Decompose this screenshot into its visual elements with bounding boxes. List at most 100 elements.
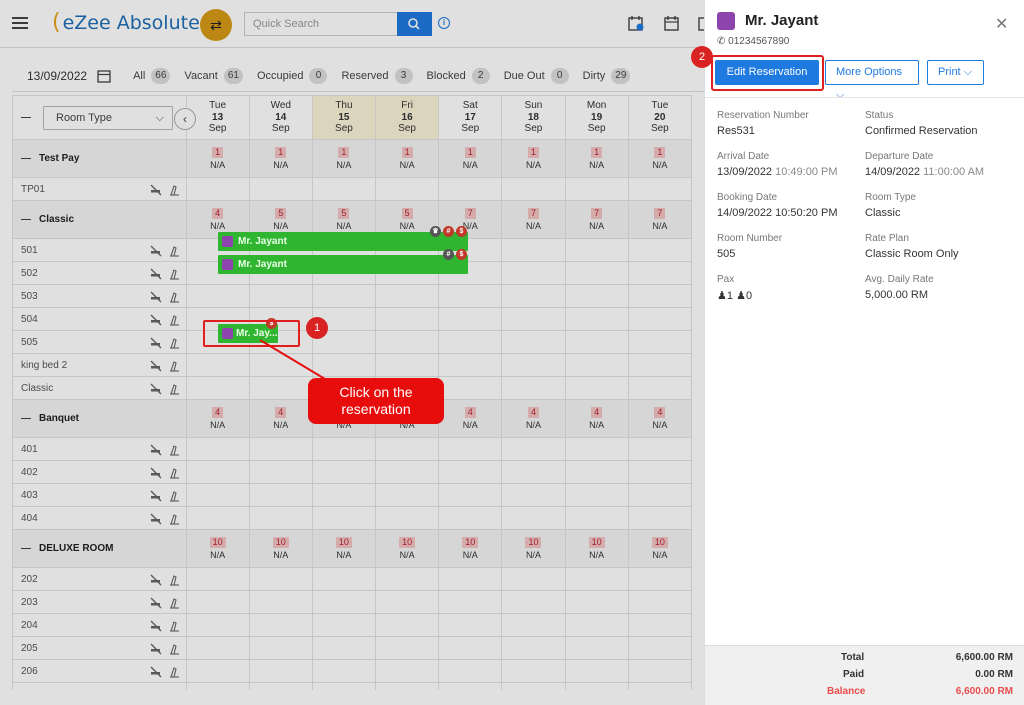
booking-cell[interactable] <box>248 636 313 660</box>
booking-cell[interactable] <box>311 483 377 507</box>
booking-cell[interactable] <box>564 376 629 400</box>
booking-cell[interactable] <box>564 590 629 614</box>
booking-cell[interactable] <box>501 659 566 683</box>
housekeeping-icon[interactable] <box>168 620 180 632</box>
room-type-group[interactable]: DELUXE ROOM <box>12 529 187 568</box>
reservation-bar-501[interactable]: Mr. Jayant ♛ # $ <box>218 226 468 251</box>
booking-cell[interactable] <box>375 353 440 377</box>
room-label[interactable]: 204 <box>12 613 187 637</box>
booking-cell[interactable] <box>248 177 313 201</box>
booking-cell[interactable] <box>438 506 503 530</box>
date-header[interactable]: Mon 19 Sep <box>564 95 629 140</box>
booking-cell[interactable] <box>311 567 377 591</box>
room-label[interactable]: 404 <box>12 506 187 530</box>
booking-cell[interactable] <box>501 567 566 591</box>
booking-cell[interactable] <box>438 590 503 614</box>
booking-cell[interactable] <box>627 659 693 683</box>
booking-cell[interactable] <box>627 483 693 507</box>
housekeeping-icon[interactable] <box>168 184 180 196</box>
housekeeping-icon[interactable] <box>168 643 180 655</box>
search-button[interactable] <box>397 12 432 36</box>
room-label[interactable]: TP01 <box>12 177 187 201</box>
booking-cell[interactable] <box>501 307 566 331</box>
calendar-icon[interactable] <box>664 15 680 31</box>
booking-cell[interactable] <box>185 613 250 637</box>
room-label[interactable]: 202 <box>12 567 187 591</box>
booking-cell[interactable] <box>248 567 313 591</box>
room-label[interactable]: 402 <box>12 460 187 484</box>
more-options-button[interactable]: More Options ⌵ <box>825 60 919 101</box>
booking-cell[interactable] <box>627 567 693 591</box>
reservation-bar-502[interactable]: Mr. Jayant # $ <box>218 249 468 274</box>
menu-icon[interactable] <box>12 16 28 30</box>
booking-cell[interactable] <box>438 353 503 377</box>
booking-cell[interactable] <box>185 177 250 201</box>
housekeeping-icon[interactable] <box>168 444 180 456</box>
booking-cell[interactable] <box>627 307 693 331</box>
housekeeping-icon[interactable] <box>168 513 180 525</box>
app-logo[interactable]: ( eZee Absolute <box>52 10 200 35</box>
housekeeping-icon[interactable] <box>168 291 180 303</box>
booking-cell[interactable] <box>438 284 503 308</box>
date-header[interactable]: Fri 16 Sep <box>375 95 440 140</box>
booking-cell[interactable] <box>627 506 693 530</box>
booking-cell[interactable] <box>501 177 566 201</box>
booking-cell[interactable] <box>627 261 693 285</box>
booking-cell[interactable] <box>375 437 440 461</box>
booking-cell[interactable] <box>311 590 377 614</box>
booking-cell[interactable] <box>311 636 377 660</box>
booking-cell[interactable] <box>248 460 313 484</box>
housekeeping-icon[interactable] <box>168 574 180 586</box>
booking-cell[interactable] <box>185 437 250 461</box>
booking-cell[interactable] <box>438 330 503 354</box>
booking-cell[interactable] <box>185 636 250 660</box>
booking-cell[interactable] <box>438 483 503 507</box>
booking-cell[interactable] <box>564 437 629 461</box>
booking-cell[interactable] <box>438 460 503 484</box>
booking-cell[interactable] <box>627 376 693 400</box>
booking-cell[interactable] <box>375 177 440 201</box>
collapse-icon[interactable] <box>21 218 31 220</box>
booking-cell[interactable] <box>501 460 566 484</box>
booking-cell[interactable] <box>627 284 693 308</box>
housekeeping-icon[interactable] <box>168 268 180 280</box>
booking-cell[interactable] <box>564 659 629 683</box>
collapse-icon[interactable] <box>21 157 31 159</box>
calendar-add-icon[interactable] <box>628 15 644 31</box>
booking-cell[interactable] <box>375 284 440 308</box>
booking-cell[interactable] <box>627 353 693 377</box>
prev-dates-button[interactable]: ‹ <box>174 108 196 130</box>
booking-cell[interactable] <box>564 613 629 637</box>
booking-cell[interactable] <box>248 437 313 461</box>
booking-cell[interactable] <box>438 307 503 331</box>
date-header[interactable]: Tue 20 Sep <box>627 95 693 140</box>
booking-cell[interactable] <box>627 330 693 354</box>
booking-cell[interactable] <box>564 353 629 377</box>
booking-cell[interactable] <box>311 437 377 461</box>
booking-cell[interactable] <box>185 567 250 591</box>
booking-cell[interactable] <box>375 506 440 530</box>
booking-cell[interactable] <box>185 483 250 507</box>
booking-cell[interactable] <box>311 659 377 683</box>
calendar-picker-icon[interactable] <box>97 69 111 83</box>
stat-vacant[interactable]: Vacant 61 <box>184 67 243 84</box>
booking-cell[interactable] <box>438 567 503 591</box>
booking-cell[interactable] <box>185 284 250 308</box>
booking-cell[interactable] <box>311 177 377 201</box>
booking-cell[interactable] <box>564 238 629 262</box>
quick-search-input[interactable]: Quick Search <box>244 12 398 36</box>
booking-cell[interactable] <box>375 613 440 637</box>
room-label[interactable]: 501 <box>12 238 187 262</box>
current-date[interactable]: 13/09/2022 <box>27 69 87 83</box>
shuffle-icon[interactable]: ⇄ <box>200 9 232 41</box>
stat-dirty[interactable]: Dirty 29 <box>583 67 631 84</box>
housekeeping-icon[interactable] <box>168 245 180 257</box>
booking-cell[interactable] <box>375 590 440 614</box>
booking-cell[interactable] <box>564 483 629 507</box>
booking-cell[interactable] <box>501 238 566 262</box>
room-label[interactable]: 503 <box>12 284 187 308</box>
housekeeping-icon[interactable] <box>168 467 180 479</box>
booking-cell[interactable] <box>564 460 629 484</box>
booking-cell[interactable] <box>564 261 629 285</box>
booking-cell[interactable] <box>501 353 566 377</box>
